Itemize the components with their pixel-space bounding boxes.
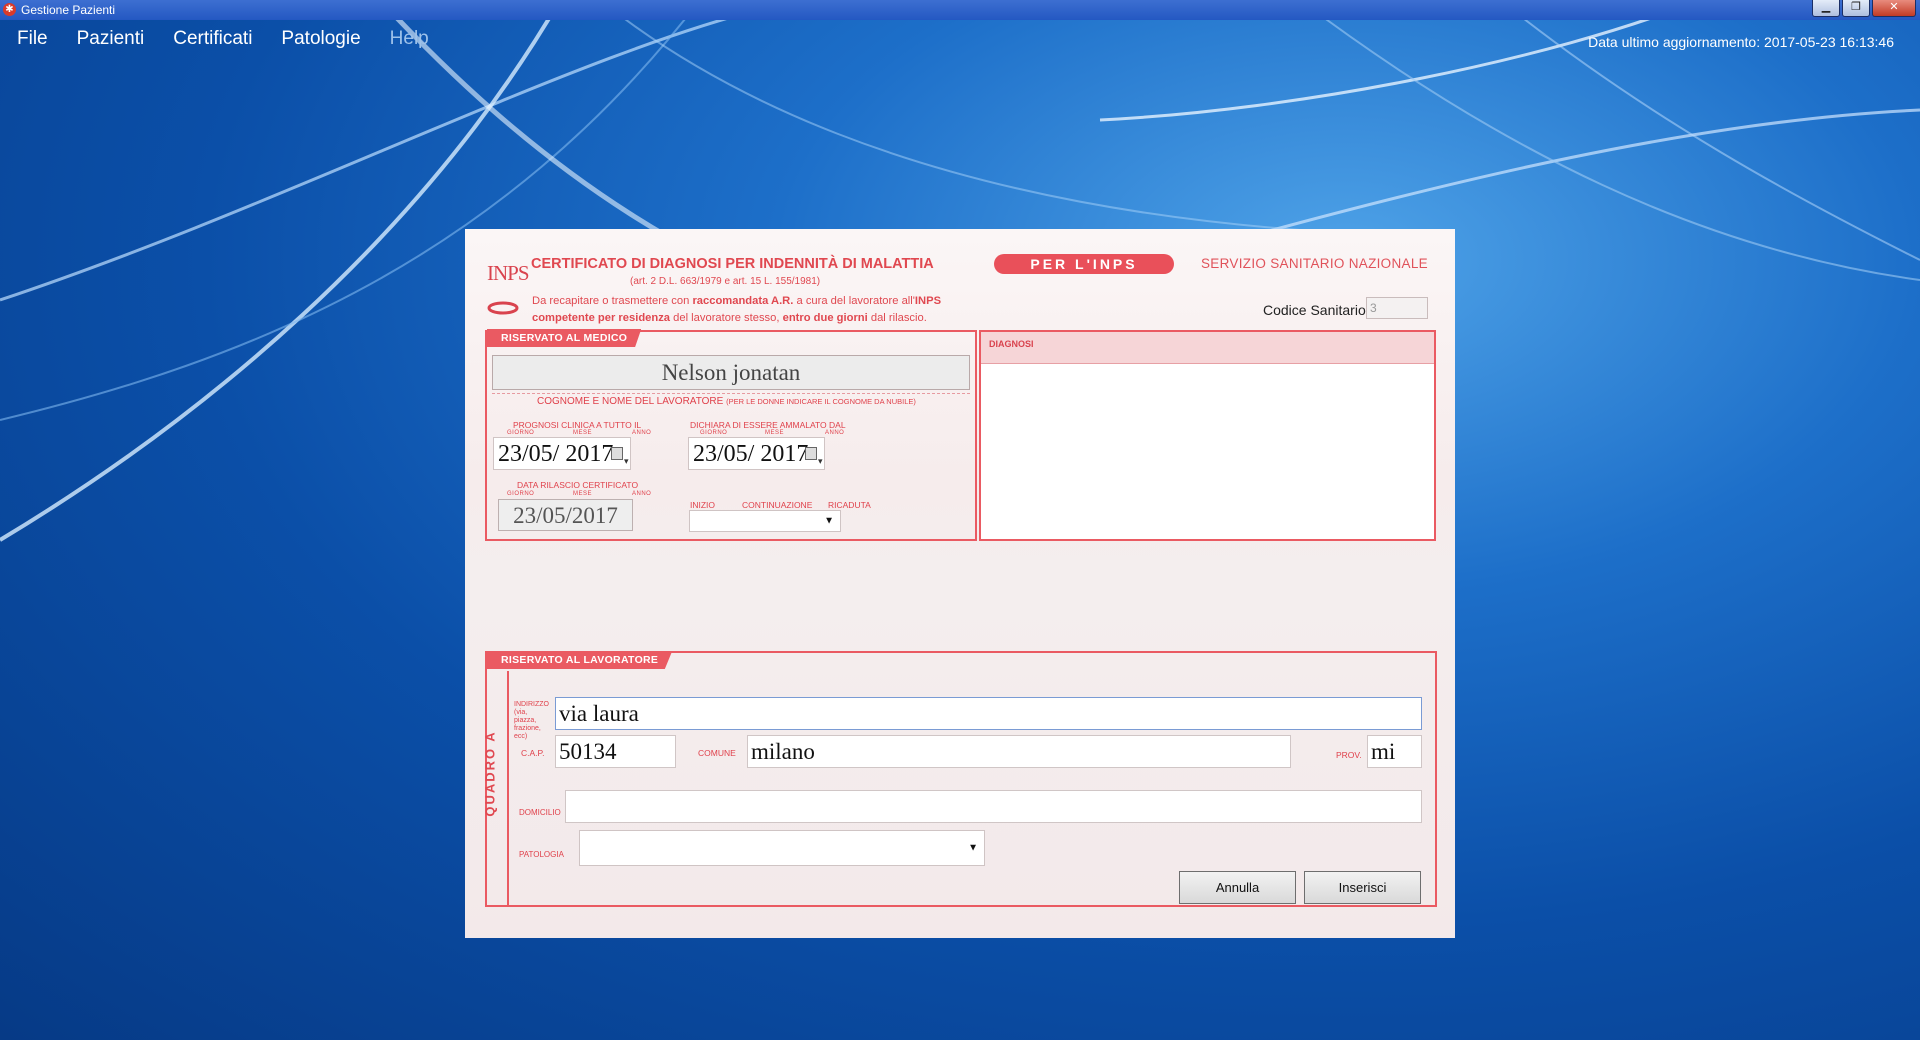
dichiara-giorno-label: GIORNO xyxy=(700,430,728,436)
quadro-a-text: QUADRO A xyxy=(482,730,498,817)
tipo-certificato-dropdown[interactable]: ▼ xyxy=(689,510,841,532)
name-divider xyxy=(492,393,970,394)
menu-pazienti[interactable]: Pazienti xyxy=(60,22,157,58)
menu-certificati[interactable]: Certificati xyxy=(156,22,264,58)
window-title: Gestione Pazienti xyxy=(21,3,116,17)
rilascio-giorno-label: GIORNO xyxy=(507,491,535,497)
dichiara-label: DICHIARA DI ESSERE AMMALATO DAL xyxy=(690,420,846,430)
prov-input[interactable]: mi xyxy=(1367,735,1422,768)
riservato-lavoratore-tab: RISERVATO AL LAVORATORE xyxy=(487,651,673,669)
menu-file[interactable]: File xyxy=(0,22,60,58)
window-controls: ▁ ❐ ✕ xyxy=(1812,0,1916,17)
domicilio-label: DOMICILIO xyxy=(519,808,561,817)
quadro-a-label: QUADRO A xyxy=(483,671,509,905)
rilascio-label: DATA RILASCIO CERTIFICATO xyxy=(517,480,639,490)
lavoratore-section xyxy=(485,651,1437,907)
close-button[interactable]: ✕ xyxy=(1872,0,1916,17)
prov-label: PROV. xyxy=(1336,750,1362,760)
instr-8: dal rilascio. xyxy=(867,312,927,324)
prognosi-mese-label: MESE xyxy=(573,430,593,436)
rilascio-anno-label: ANNO xyxy=(632,491,652,497)
cap-input[interactable]: 50134 xyxy=(555,735,676,768)
patologia-dropdown[interactable]: ▼ xyxy=(579,830,985,866)
inps-logo: INPS xyxy=(487,261,530,319)
form-instructions: Da recapitare o trasmettere con raccoman… xyxy=(532,293,982,327)
instr-6: del lavoratore stesso, xyxy=(670,312,783,324)
prognosi-label: PROGNOSI CLINICA A TUTTO IL xyxy=(513,420,642,430)
indirizzo-label: INDIRIZZO (via, piazza, frazione, ecc) xyxy=(514,701,550,741)
riservato-medico-tab: RISERVATO AL MEDICO xyxy=(487,329,642,347)
instr-3: a cura del lavoratore all' xyxy=(793,295,915,307)
dichiara-anno-label: ANNO xyxy=(825,430,845,436)
prognosi-giorno-label: GIORNO xyxy=(507,430,535,436)
patient-name-field[interactable]: Nelson jonatan xyxy=(492,355,970,390)
menu-help[interactable]: Help xyxy=(373,22,441,58)
app-icon: ✱ xyxy=(3,3,16,16)
form-subtitle: (art. 2 D.L. 663/1979 e art. 15 L. 155/1… xyxy=(630,276,821,287)
window-titlebar: ✱ Gestione Pazienti ▁ ❐ ✕ xyxy=(0,0,1920,20)
codice-sanitario-field[interactable]: 3 xyxy=(1366,297,1428,319)
patient-name-caption: COGNOME E NOME DEL LAVORATORE (PER LE DO… xyxy=(537,396,916,407)
menu-bar: File Pazienti Certificati Patologie Help xyxy=(0,22,441,58)
last-update-label: Data ultimo aggiornamento: 2017-05-23 16… xyxy=(1588,34,1894,50)
chevron-down-icon: ▼ xyxy=(968,842,978,854)
codice-sanitario-label: Codice Sanitario xyxy=(1263,302,1366,318)
indirizzo-label-text: INDIRIZZO xyxy=(514,701,549,708)
cap-label: C.A.P. xyxy=(521,748,545,758)
instr-7: entro due giorni xyxy=(782,312,868,324)
prognosi-anno-label: ANNO xyxy=(632,430,652,436)
annulla-button[interactable]: Annulla xyxy=(1179,871,1296,904)
name-caption-note: (PER LE DONNE INDICARE IL COGNOME DA NUB… xyxy=(726,397,916,406)
maximize-button[interactable]: ❐ xyxy=(1842,0,1870,17)
ssn-label: SERVIZIO SANITARIO NAZIONALE xyxy=(1201,256,1428,271)
name-caption-text: COGNOME E NOME DEL LAVORATORE xyxy=(537,396,724,407)
diagnosi-label: DIAGNOSI xyxy=(981,332,1434,364)
rilascio-mese-label: MESE xyxy=(573,491,593,497)
inps-logo-text: INPS xyxy=(487,261,530,285)
inizio-label: INIZIO xyxy=(690,500,716,510)
dichiara-date-picker[interactable]: 23/05/ 2017 xyxy=(688,437,825,478)
form-title: CERTIFICATO DI DIAGNOSI PER INDENNITÀ DI… xyxy=(531,256,934,272)
per-inps-badge: PER L'INPS xyxy=(994,254,1174,274)
patologia-label: PATOLOGIA xyxy=(519,850,564,859)
prognosi-date-value: 23/05/ 2017 xyxy=(498,441,614,467)
rilascio-date-field: 23/05/2017 xyxy=(498,499,633,531)
dichiara-mese-label: MESE xyxy=(765,430,785,436)
comune-label: COMUNE xyxy=(698,748,736,758)
calendar-icon[interactable] xyxy=(805,445,823,478)
inps-logo-icon xyxy=(487,301,519,315)
inserisci-button[interactable]: Inserisci xyxy=(1304,871,1421,904)
dichiara-date-value: 23/05/ 2017 xyxy=(693,441,809,467)
indirizzo-note: (via, piazza, frazione, ecc) xyxy=(514,709,541,740)
indirizzo-input[interactable]: via laura xyxy=(555,697,1422,730)
calendar-icon[interactable] xyxy=(611,445,629,478)
instr-5: competente per residenza xyxy=(532,312,671,324)
diagnosi-section: DIAGNOSI xyxy=(979,330,1436,541)
comune-input[interactable]: milano xyxy=(747,735,1291,768)
domicilio-input[interactable] xyxy=(565,790,1422,823)
prognosi-date-picker[interactable]: 23/05/ 2017 xyxy=(493,437,631,478)
instr-2: raccomandata A.R. xyxy=(692,295,794,307)
chevron-down-icon: ▼ xyxy=(824,515,834,527)
ricaduta-label: RICADUTA xyxy=(828,500,871,510)
continuazione-label: CONTINUAZIONE xyxy=(742,500,813,510)
minimize-button[interactable]: ▁ xyxy=(1812,0,1840,17)
menu-patologie[interactable]: Patologie xyxy=(264,22,372,58)
instr-1: Da recapitare o trasmettere con xyxy=(532,295,693,307)
diagnosi-textarea[interactable] xyxy=(981,364,1434,534)
certificate-form: INPS CERTIFICATO DI DIAGNOSI PER INDENNI… xyxy=(465,229,1455,938)
instr-4: INPS xyxy=(914,295,942,307)
